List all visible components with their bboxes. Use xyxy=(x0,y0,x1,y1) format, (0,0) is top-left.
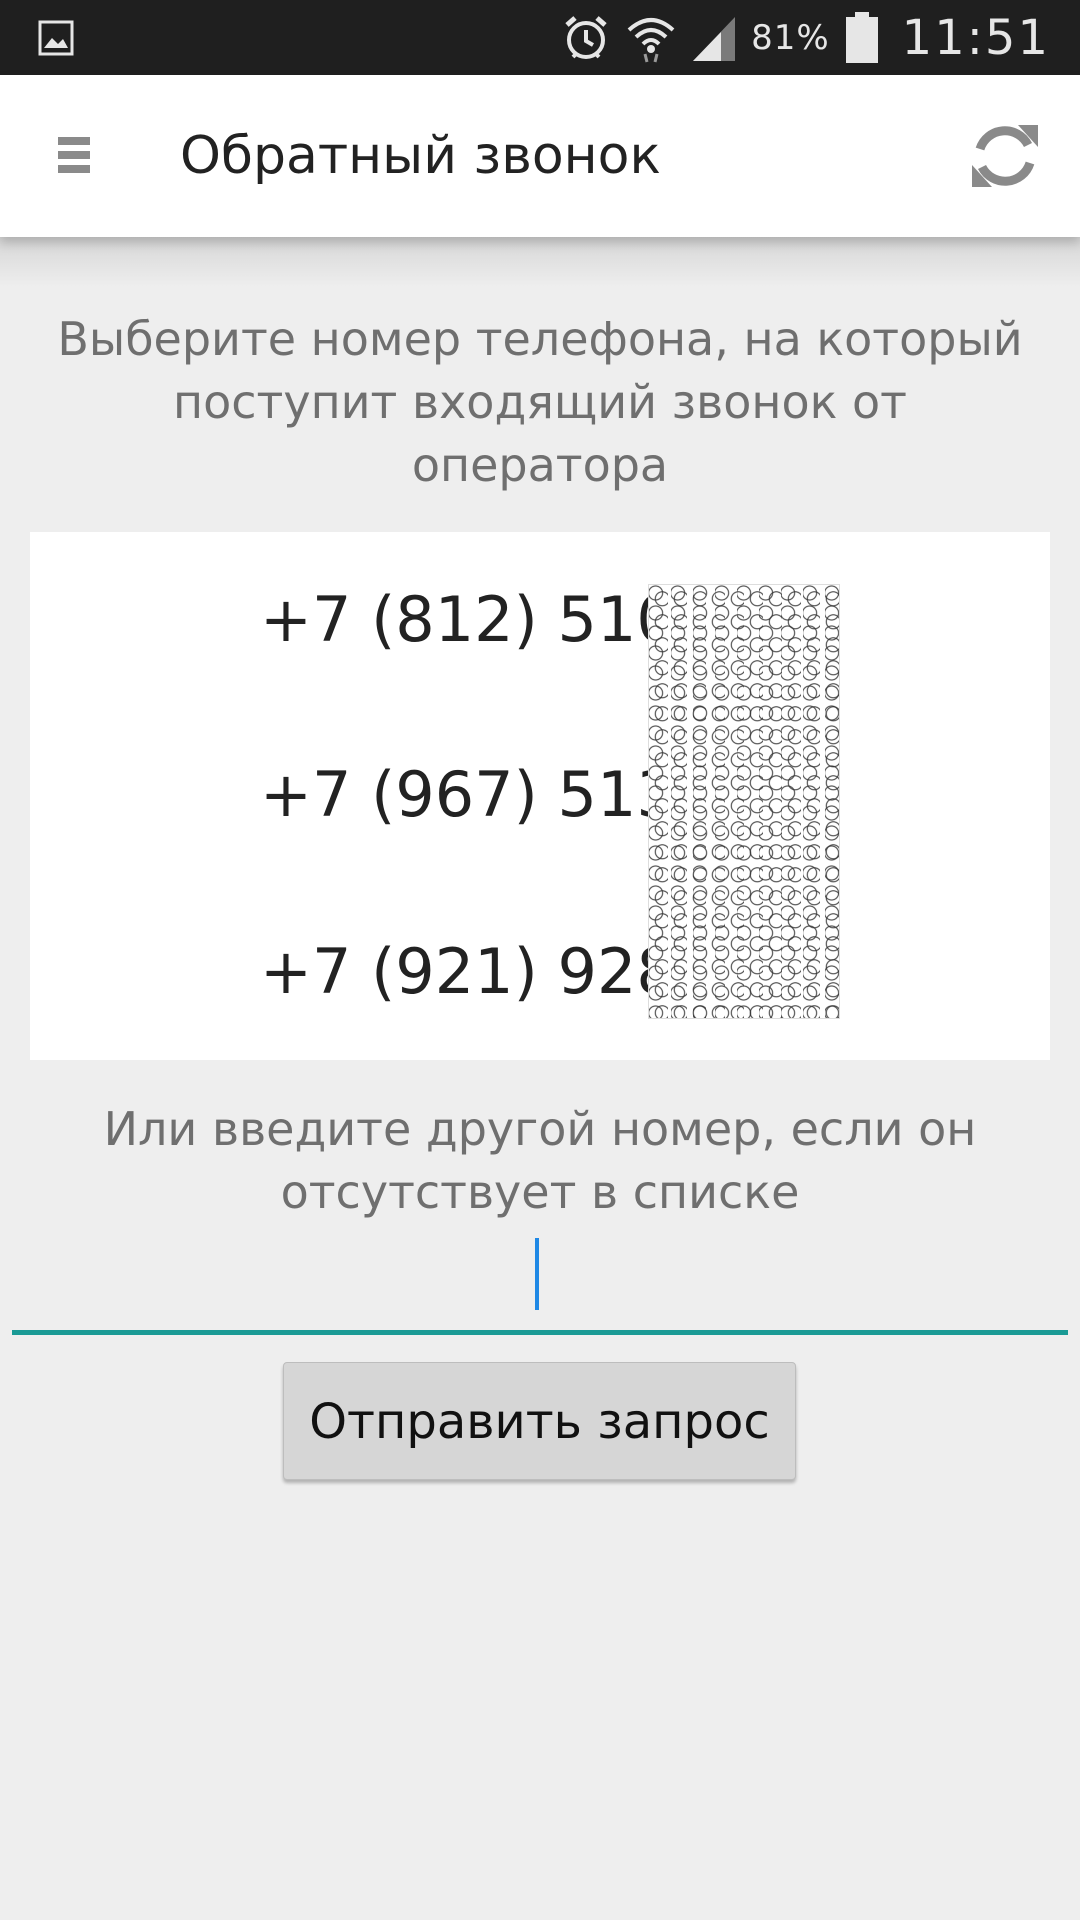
redacted-digits-overlay xyxy=(648,584,840,1019)
select-number-prompt: Выберите номер телефона, на который пост… xyxy=(57,312,1023,492)
gallery-icon xyxy=(38,20,74,56)
signal-icon xyxy=(693,16,736,61)
phone-number-item[interactable]: +7 (812) 510- xyxy=(260,570,698,670)
status-bar: 81% 11:51 xyxy=(0,0,1080,75)
submit-request-button[interactable]: Отправить запрос xyxy=(283,1362,796,1480)
battery-percent: 81% xyxy=(751,17,830,58)
status-icons: 81% 11:51 xyxy=(561,0,1050,75)
phone-number-input[interactable] xyxy=(12,1238,1068,1335)
app-bar-shadow xyxy=(0,237,1080,287)
wifi-icon xyxy=(627,17,675,62)
clock: 11:51 xyxy=(901,9,1050,66)
menu-icon[interactable] xyxy=(58,137,90,179)
text-caret xyxy=(535,1238,539,1310)
phone-number-list: +7 (812) 510- +7 (967) 513- +7 (921) 928… xyxy=(30,532,1050,1060)
other-number-prompt: Или введите другой номер, если он отсутс… xyxy=(103,1102,977,1219)
alarm-icon xyxy=(565,15,607,59)
phone-number-item[interactable]: +7 (967) 513- xyxy=(260,745,698,845)
battery-icon xyxy=(845,11,878,63)
refresh-icon[interactable] xyxy=(966,117,1044,195)
page-title: Обратный звонок xyxy=(180,126,661,186)
phone-number-item[interactable]: +7 (921) 928- xyxy=(260,922,698,1022)
app-bar: Обратный звонок xyxy=(0,75,1080,237)
